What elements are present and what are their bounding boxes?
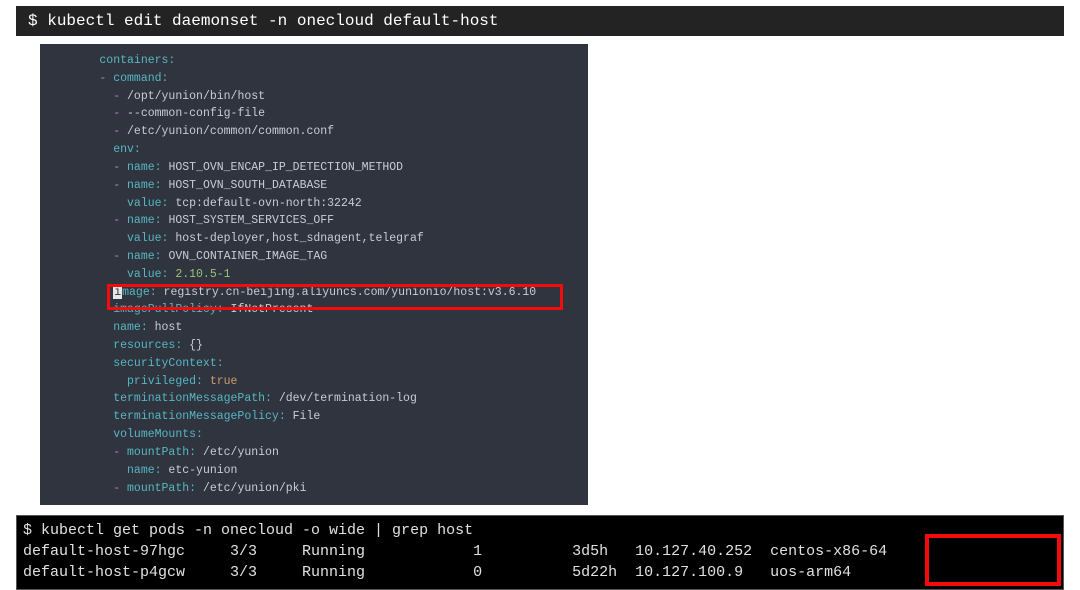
term-cmd: $ kubectl get pods -n onecloud -o wide |… bbox=[23, 520, 1057, 541]
yaml-row: - mountPath: /etc/yunion bbox=[40, 444, 588, 462]
term-row-2: default-host-p4gcw 3/3 Running 0 5d22h 1… bbox=[23, 562, 1057, 583]
term-row-1: default-host-97hgc 3/3 Running 1 3d5h 10… bbox=[23, 541, 1057, 562]
yaml-row: - name: OVN_CONTAINER_IMAGE_TAG bbox=[40, 248, 588, 266]
yaml-row: env: bbox=[40, 141, 588, 159]
yaml-row: - name: HOST_OVN_SOUTH_DATABASE bbox=[40, 177, 588, 195]
yaml-row: imagePullPolicy: IfNotPresent bbox=[40, 301, 588, 319]
yaml-row: - command: bbox=[40, 70, 588, 88]
yaml-row: value: tcp:default-ovn-north:32242 bbox=[40, 195, 588, 213]
shell-prompt: $ bbox=[28, 12, 38, 30]
yaml-row: - --common-config-file bbox=[40, 105, 588, 123]
yaml-row: - name: HOST_SYSTEM_SERVICES_OFF bbox=[40, 212, 588, 230]
cmd1-text: kubectl edit daemonset -n onecloud defau… bbox=[47, 12, 498, 30]
yaml-row-image: image: registry.cn-beijing.aliyuncs.com/… bbox=[40, 284, 588, 302]
yaml-row: terminationMessagePath: /dev/termination… bbox=[40, 390, 588, 408]
yaml-row: value: host-deployer,host_sdnagent,teleg… bbox=[40, 230, 588, 248]
yaml-row: - mountPath: /etc/yunion/pki bbox=[40, 480, 588, 498]
yaml-row: value: 2.10.5-1 bbox=[40, 266, 588, 284]
command-bar-1: $ kubectl edit daemonset -n onecloud def… bbox=[16, 6, 1064, 36]
terminal-output: $ kubectl get pods -n onecloud -o wide |… bbox=[16, 515, 1064, 590]
yaml-row: name: host bbox=[40, 319, 588, 337]
yaml-row: volumeMounts: bbox=[40, 426, 588, 444]
yaml-row: name: etc-yunion bbox=[40, 462, 588, 480]
editor-cursor: i bbox=[113, 286, 122, 299]
yaml-row: - name: HOST_OVN_ENCAP_IP_DETECTION_METH… bbox=[40, 159, 588, 177]
yaml-row: - /etc/yunion/common/common.conf bbox=[40, 123, 588, 141]
yaml-row: privileged: true bbox=[40, 373, 588, 391]
yaml-row: securityContext: bbox=[40, 355, 588, 373]
yaml-row: resources: {} bbox=[40, 337, 588, 355]
yaml-row: - /opt/yunion/bin/host bbox=[40, 88, 588, 106]
yaml-row: terminationMessagePolicy: File bbox=[40, 408, 588, 426]
yaml-row: containers: bbox=[40, 52, 588, 70]
yaml-editor: containers: - command: - /opt/yunion/bin… bbox=[40, 44, 588, 505]
